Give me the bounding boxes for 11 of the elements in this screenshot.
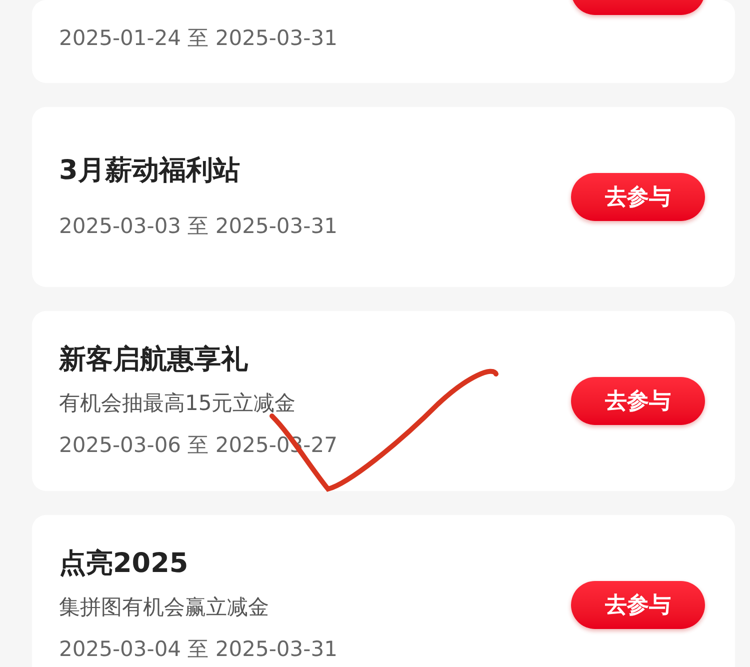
activity-title: 点亮2025	[59, 547, 190, 581]
date-range: 2025-01-24 至 2025-03-31	[59, 25, 338, 52]
join-button[interactable]: 去参与	[571, 581, 705, 629]
join-button[interactable]: 去参与	[571, 173, 705, 221]
activity-title: 3月薪动福利站	[59, 154, 241, 188]
join-button[interactable]: 去参与	[571, 377, 705, 425]
activity-description: 集拼图有机会赢立减金	[59, 594, 270, 621]
date-range: 2025-03-03 至 2025-03-31	[59, 213, 338, 240]
activity-title: 新客启航惠享礼	[59, 343, 249, 377]
activity-description: 有机会抽最高15元立减金	[59, 390, 297, 417]
date-range: 2025-03-04 至 2025-03-31	[59, 636, 338, 663]
